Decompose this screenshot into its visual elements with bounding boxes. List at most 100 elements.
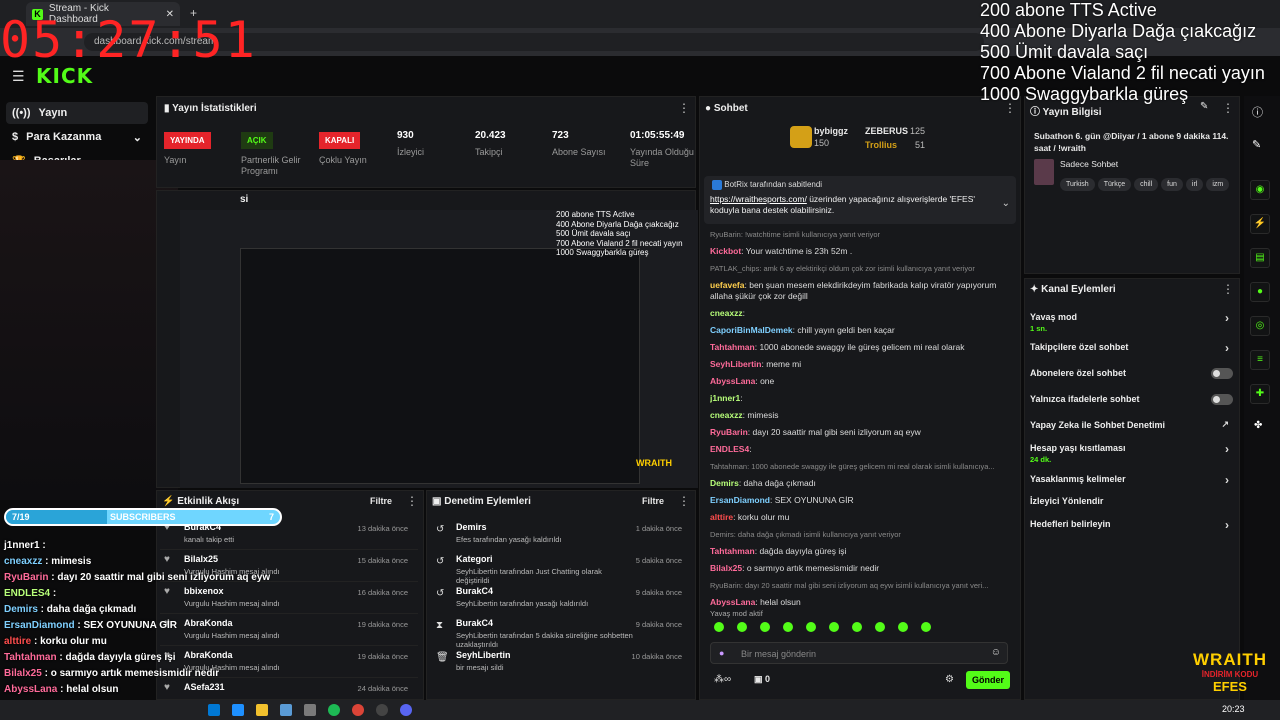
chat-input[interactable]: ● Bir mesaj gönderin ☺ (710, 642, 1008, 664)
chat-username[interactable]: uefavefa (710, 280, 745, 290)
moderation-filter-button[interactable]: Filtre (642, 496, 664, 506)
chat-text: : korku olur mu (733, 512, 790, 522)
chat-username[interactable]: cneaxzz (710, 410, 743, 420)
mod-target: Kategori (456, 554, 493, 564)
channel-action-item[interactable]: Yapay Zeka ile Sohbet Denetimi ↗ (1030, 419, 1235, 440)
settings-icon[interactable]: ✤ (1254, 420, 1262, 431)
moderation-row: 🗑 SeyhLibertin bir mesajı sildi 10 dakika ö… (434, 648, 692, 678)
event-name: Bilalx25 (184, 554, 219, 564)
action-sub: 24 dk. (1030, 455, 1052, 464)
chat-message: Bilalx25: o sarmıyo artık memesismidir n… (710, 563, 1015, 574)
gear-icon[interactable]: ⚙ (945, 674, 954, 685)
chat-text: : ben şuan mesem elekdirikdeyim fabrikad… (710, 280, 997, 301)
emote-icon[interactable] (921, 622, 931, 632)
activity-filter-button[interactable]: Filtre (370, 496, 392, 506)
start-icon[interactable] (208, 704, 220, 716)
channel-action-item[interactable]: Abonelere özel sohbet (1030, 368, 1235, 388)
channel-action-item[interactable]: Hesap yaşı kısıtlaması 24 dk. › (1030, 442, 1235, 464)
send-button[interactable]: Gönder (966, 671, 1010, 689)
chat-username[interactable]: CaporiBinMalDemek (710, 325, 793, 335)
emote-icon[interactable] (829, 622, 839, 632)
emote-icon[interactable] (898, 622, 908, 632)
chat-username[interactable]: Bilalx25 (710, 563, 742, 573)
tag[interactable]: izm (1206, 178, 1230, 191)
camera-icon[interactable]: ◉ (1250, 180, 1270, 200)
pinned-link[interactable]: https://wraithesports.com/ (710, 194, 807, 204)
emoji-icon[interactable]: ☺ (991, 647, 1001, 658)
channel-action-item[interactable]: Yasaklanmış kelimeler › (1030, 473, 1235, 494)
pencil-icon[interactable]: ✎ (1252, 138, 1261, 151)
chat-message: SeyhLibertin: meme mi (710, 359, 1015, 370)
wraith-brand: WRAITH İNDİRİM KODU EFES (1188, 650, 1272, 694)
link-icon[interactable]: ⁂∞ (714, 674, 731, 685)
channel-action-item[interactable]: Yavaş mod 1 sn. › (1030, 311, 1235, 333)
channel-actions-menu-icon[interactable]: ⋮ (1222, 282, 1234, 296)
clock-time: 20:23 (1222, 704, 1245, 714)
broadcast-icon[interactable]: ◎ (1250, 316, 1270, 336)
chat-username[interactable]: Kickbot (710, 246, 741, 256)
chrome-icon[interactable] (352, 704, 364, 716)
channel-action-item[interactable]: Yalnızca ifadelerle sohbet (1030, 394, 1235, 414)
emote-icon[interactable] (760, 622, 770, 632)
top-user-name: Trollius (865, 140, 898, 150)
emote-icon[interactable] (714, 622, 724, 632)
chat-username[interactable]: j1nner1 (710, 393, 740, 403)
sidebar-item-para-kazanma[interactable]: $ Para Kazanma ⌄ (6, 126, 148, 148)
overlay-text: : o sarmıyo artık memesismidir nedir (41, 668, 220, 679)
sub-label: SUBSCRIBERS (110, 512, 176, 522)
activity-menu-icon[interactable]: ⋮ (406, 494, 418, 508)
emote-icon[interactable] (806, 622, 816, 632)
explorer-icon[interactable] (256, 704, 268, 716)
list-icon[interactable]: ≡ (1250, 350, 1270, 370)
subscribers-bar: 7/19 SUBSCRIBERS 7 (4, 508, 282, 526)
toggle-switch[interactable] (1211, 368, 1233, 379)
chat-username[interactable]: Tahtahman (710, 342, 755, 352)
moderation-menu-icon[interactable]: ⋮ (678, 494, 690, 508)
tag[interactable]: chill (1134, 178, 1159, 191)
info-icon[interactable]: ⓘ (1252, 104, 1263, 120)
stat-label: Abone Sayısı (552, 147, 606, 157)
lightning-icon[interactable]: ⚡ (1250, 214, 1270, 234)
app-icon[interactable] (304, 704, 316, 716)
chevron-down-icon[interactable]: ⌄ (1002, 198, 1010, 209)
chat-username[interactable]: ErsanDiamond (710, 495, 770, 505)
chat-message: alttire: korku olur mu (710, 512, 1015, 523)
tag[interactable]: irl (1185, 178, 1204, 191)
chat-username[interactable]: alttire (710, 512, 733, 522)
stream-preview-video[interactable]: 200 abone TTS Active 400 Abone Diyarla Da… (180, 210, 698, 488)
tag[interactable]: Turkish (1060, 178, 1095, 191)
chat-username[interactable]: RyuBarin (710, 427, 748, 437)
menu-icon[interactable]: ☰ (12, 68, 25, 85)
mail-icon[interactable] (280, 704, 292, 716)
chat-title: ● Sohbet (705, 103, 748, 114)
chat-username[interactable]: Demirs (710, 478, 739, 488)
stats-menu-icon[interactable]: ⋮ (678, 101, 690, 115)
pin-icon (712, 180, 722, 190)
sidebar-item-yayin[interactable]: ((•)) Yayın (6, 102, 148, 124)
edge-icon[interactable] (232, 704, 244, 716)
chat-username[interactable]: AbyssLana (710, 597, 755, 607)
channel-action-item[interactable]: Takipçilere özel sohbet › (1030, 341, 1235, 362)
chat-username[interactable]: ENDLES4 (710, 444, 749, 454)
obs-icon[interactable] (376, 704, 388, 716)
toggle-switch[interactable] (1211, 394, 1233, 405)
pinned-text: https://wraithesports.com/ üzerinden yap… (710, 194, 975, 215)
document-icon[interactable]: ▤ (1250, 248, 1270, 268)
chat-username[interactable]: Tahtahman (710, 546, 755, 556)
chat-icon[interactable]: ● (1250, 282, 1270, 302)
channel-action-item[interactable]: İzleyici Yönlendir (1030, 496, 1235, 516)
tool-icon[interactable]: ✚ (1250, 384, 1270, 404)
tag[interactable]: Türkçe (1097, 178, 1132, 191)
emote-icon[interactable] (852, 622, 862, 632)
overlay-chat-line: alttire : korku olur mu (4, 636, 107, 648)
channel-action-item[interactable]: Hedefleri belirleyin › (1030, 518, 1235, 539)
chat-username[interactable]: AbyssLana (710, 376, 755, 386)
chat-username[interactable]: SeyhLibertin (710, 359, 761, 369)
tag[interactable]: fun (1161, 178, 1183, 191)
emote-icon[interactable] (875, 622, 885, 632)
spotify-icon[interactable] (328, 704, 340, 716)
chat-username[interactable]: cneaxzz (710, 308, 743, 318)
discord-icon[interactable] (400, 704, 412, 716)
emote-icon[interactable] (783, 622, 793, 632)
emote-icon[interactable] (737, 622, 747, 632)
